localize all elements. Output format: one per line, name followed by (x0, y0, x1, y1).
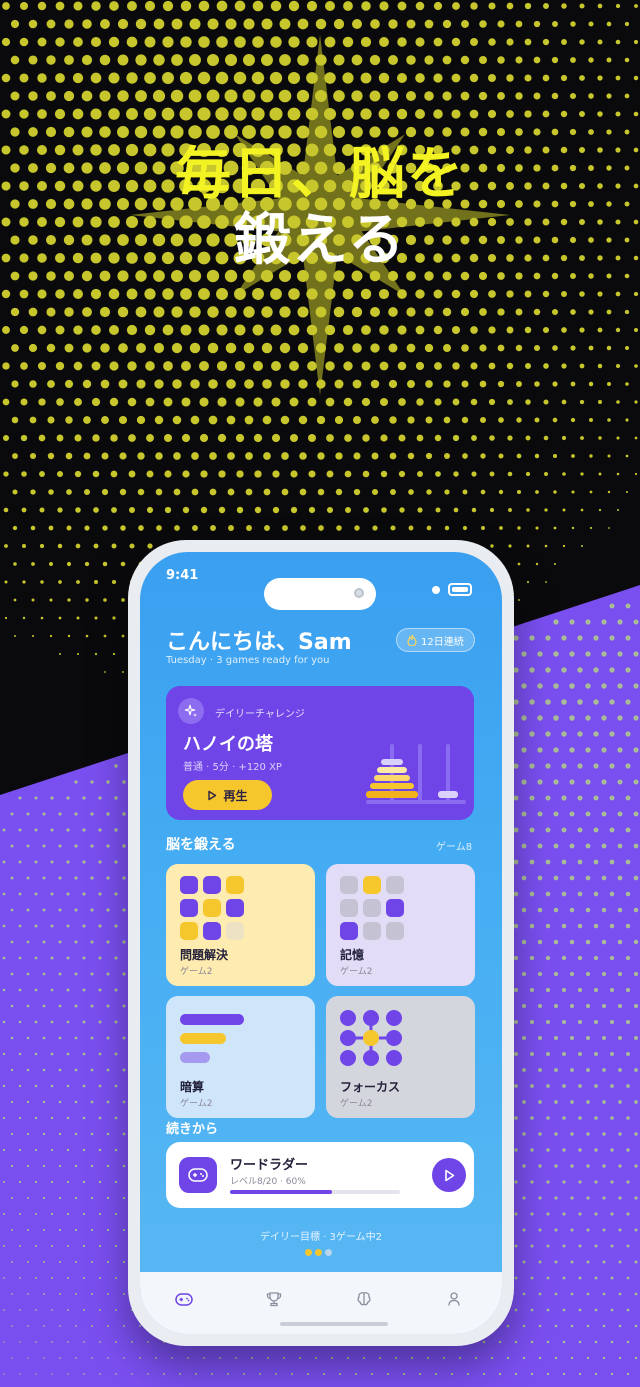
category-name: 記憶 (340, 948, 365, 962)
dynamic-island (264, 578, 376, 610)
problem-solving-icon (180, 876, 244, 940)
category-count: ゲーム2 (340, 967, 373, 977)
daily-challenge-card[interactable]: デイリーチャレンジ ハノイの塔 普通 · 5分 · +120 XP 再生 (166, 686, 474, 820)
tab-games[interactable] (171, 1286, 197, 1312)
trophy-icon (266, 1292, 282, 1307)
continue-progress-fill (230, 1190, 332, 1194)
headline: 毎日、脳を 鍛える (0, 142, 640, 274)
challenge-meta: 普通 · 5分 · +120 XP (183, 762, 282, 773)
gamepad-icon (179, 1157, 217, 1193)
greeting: こんにちは、Sam (166, 630, 352, 655)
camera-icon (354, 588, 364, 598)
continue-game-title: ワードラダー (230, 1158, 309, 1173)
continue-progress-bar (230, 1190, 400, 1194)
training-game-count[interactable]: ゲーム8 (436, 838, 472, 853)
brain-icon (357, 1292, 371, 1306)
focus-icon (340, 1010, 402, 1066)
challenge-tag: デイリーチャレンジ (215, 709, 305, 720)
category-count: ゲーム2 (180, 1099, 213, 1109)
gamepad-icon (175, 1292, 193, 1306)
tab-profile[interactable] (441, 1286, 467, 1312)
category-count: ゲーム2 (180, 967, 213, 977)
category-name: 問題解決 (180, 948, 229, 962)
goal-dot (305, 1249, 312, 1256)
play-icon (445, 1169, 455, 1181)
home-indicator (280, 1322, 388, 1326)
category-name: フォーカス (340, 1080, 401, 1094)
category-name: 暗算 (180, 1080, 205, 1094)
category-card-focus[interactable]: フォーカス ゲーム2 (326, 996, 475, 1118)
tab-trophy[interactable] (261, 1286, 287, 1312)
mental-math-icon (180, 1014, 244, 1071)
continue-card[interactable]: ワードラダー レベル8/20 · 60% (166, 1142, 474, 1208)
status-time: 9:41 (166, 568, 199, 583)
signal-dot-icon (432, 586, 440, 594)
phone-frame: 9:41 こんにちは、Sam Tuesday · 3 games ready f… (128, 540, 514, 1346)
streak-label: 12日連続 (421, 636, 464, 648)
category-card-memory[interactable]: 記憶 ゲーム2 (326, 864, 475, 986)
play-button[interactable]: 再生 (183, 780, 272, 810)
challenge-title: ハノイの塔 (183, 734, 273, 755)
flame-icon (407, 634, 417, 646)
hanoi-tower-illustration (366, 744, 466, 804)
battery-icon (448, 583, 472, 596)
streak-badge[interactable]: 12日連続 (396, 628, 475, 652)
continue-game-meta: レベル8/20 · 60% (230, 1177, 306, 1187)
tab-brain[interactable] (351, 1286, 377, 1312)
profile-icon (448, 1292, 460, 1306)
category-card-mental-math[interactable]: 暗算 ゲーム2 (166, 996, 315, 1118)
category-card-problem-solving[interactable]: 問題解決 ゲーム2 (166, 864, 315, 986)
play-icon (208, 790, 217, 800)
daily-goal-dots (305, 1249, 332, 1256)
tab-bar (140, 1272, 502, 1334)
continue-play-button[interactable] (432, 1158, 466, 1192)
category-count: ゲーム2 (340, 1099, 373, 1109)
training-section-title: 脳を鍛える (166, 837, 236, 853)
greeting-subtitle: Tuesday · 3 games ready for you (166, 655, 330, 666)
goal-dot (315, 1249, 322, 1256)
app-screen: 9:41 こんにちは、Sam Tuesday · 3 games ready f… (140, 552, 502, 1334)
headline-line-1: 毎日、脳を (175, 142, 465, 207)
continue-section-title: 続きから (166, 1122, 219, 1137)
goal-dot (325, 1249, 332, 1256)
memory-icon (340, 876, 404, 940)
play-label: 再生 (223, 788, 248, 803)
daily-goal-text: デイリー目標 · 3ゲーム中2 (260, 1232, 382, 1243)
sparkle-icon (178, 698, 204, 724)
status-bar: 9:41 (140, 566, 502, 610)
headline-line-2: 鍛える (233, 208, 407, 273)
